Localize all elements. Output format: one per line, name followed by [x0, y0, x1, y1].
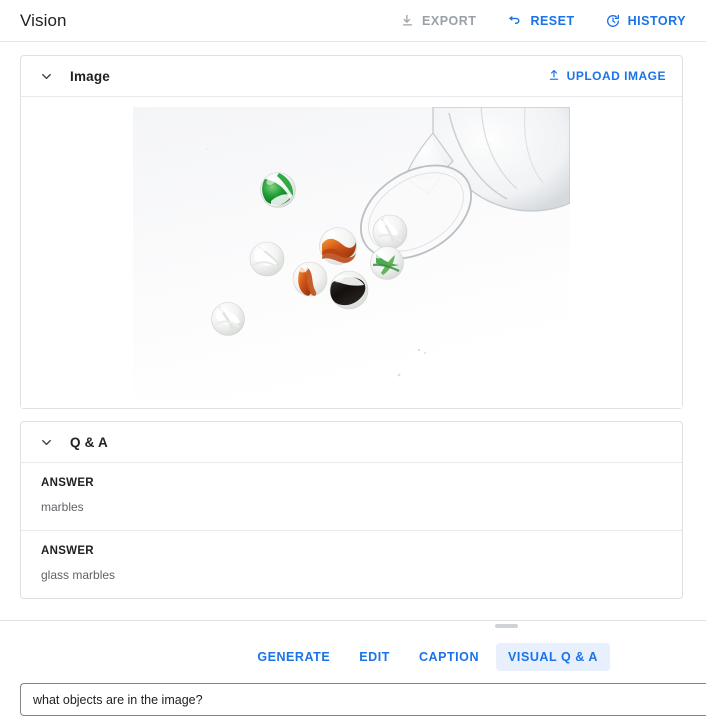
upload-image-label: UPLOAD IMAGE: [566, 69, 666, 83]
chevron-down-icon[interactable]: [35, 65, 57, 87]
image-card-header: Image UPLOAD IMAGE: [21, 56, 682, 97]
marble-clear-swirl-upper-right: [372, 214, 408, 250]
image-card: Image UPLOAD IMAGE: [20, 55, 683, 409]
answer-label: ANSWER: [41, 477, 94, 489]
export-button[interactable]: EXPORT: [398, 9, 478, 32]
reset-button[interactable]: RESET: [504, 9, 576, 32]
image-preview-area: [21, 97, 682, 408]
app-header: Vision EXPORT RESET HISTORY: [0, 0, 706, 42]
qa-answer-row: ANSWER marbles: [21, 463, 682, 531]
marble-orange-swirl-lower: [292, 261, 328, 297]
chevron-down-icon[interactable]: [35, 431, 57, 453]
drag-handle[interactable]: [495, 624, 518, 628]
prompt-input[interactable]: [20, 683, 706, 716]
reset-button-label: RESET: [530, 13, 575, 28]
marbles-photo: [133, 107, 570, 398]
history-icon: [605, 13, 621, 29]
answer-value: glass marbles: [41, 568, 116, 582]
marbles-photo-svg: [133, 107, 570, 398]
tab-visual-qa[interactable]: VISUAL Q & A: [496, 643, 610, 671]
marble-clear-bottom-left: [211, 302, 245, 336]
history-button-label: HISTORY: [627, 13, 686, 28]
qa-card: Q & A ANSWER marbles ANSWER glass marble…: [20, 421, 683, 599]
header-actions: EXPORT RESET HISTORY: [398, 9, 688, 33]
qa-card-header: Q & A: [21, 422, 682, 463]
image-card-title: Image: [70, 68, 111, 84]
upload-image-button[interactable]: UPLOAD IMAGE: [543, 64, 670, 89]
download-icon: [400, 13, 415, 28]
marble-black-swirl: [329, 270, 369, 310]
tab-generate[interactable]: GENERATE: [245, 643, 342, 671]
marble-green-swirl: [260, 172, 296, 208]
content-scroll-area[interactable]: Image UPLOAD IMAGE Q & A ANSWER marbles …: [0, 43, 706, 620]
qa-card-title: Q & A: [70, 434, 108, 450]
undo-icon: [506, 13, 523, 28]
page-title: Vision: [20, 10, 67, 30]
marble-clear-swirl-left: [249, 241, 285, 277]
export-button-label: EXPORT: [422, 13, 477, 28]
answer-label: ANSWER: [41, 545, 94, 557]
bottom-panel: GENERATE EDIT CAPTION VISUAL Q & A: [0, 620, 706, 724]
marble-green-cross: [370, 246, 404, 280]
upload-icon: [547, 68, 561, 85]
marble-orange-swirl-upper: [319, 227, 357, 265]
history-button[interactable]: HISTORY: [603, 9, 688, 33]
mode-tabs: GENERATE EDIT CAPTION VISUAL Q & A: [0, 621, 706, 671]
qa-answer-row: ANSWER glass marbles: [21, 531, 682, 598]
tab-edit[interactable]: EDIT: [347, 643, 402, 671]
tab-caption[interactable]: CAPTION: [407, 643, 491, 671]
answer-value: marbles: [41, 500, 84, 514]
panel-divider: [0, 620, 706, 628]
prompt-row: [0, 683, 706, 716]
